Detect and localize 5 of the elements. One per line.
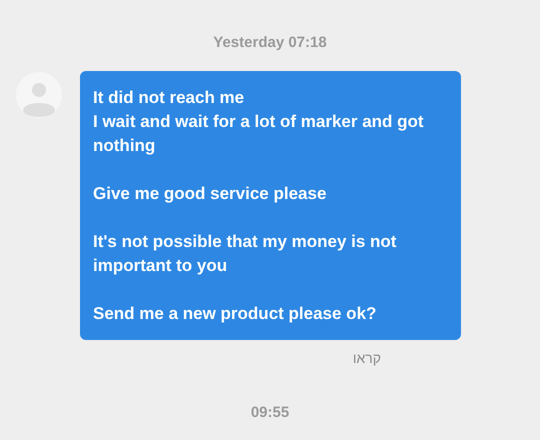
timestamp: Yesterday 07:18 bbox=[213, 34, 327, 51]
avatar-icon bbox=[16, 72, 62, 118]
timestamp: 09:55 bbox=[250, 404, 290, 421]
read-status: קראו bbox=[352, 350, 381, 366]
message-bubble: It did not reach me I wait and wait for a lot of marker and got nothing Give me good service please It's not possible that my money is not important to you Send me a new product please ok? bbox=[80, 71, 461, 340]
